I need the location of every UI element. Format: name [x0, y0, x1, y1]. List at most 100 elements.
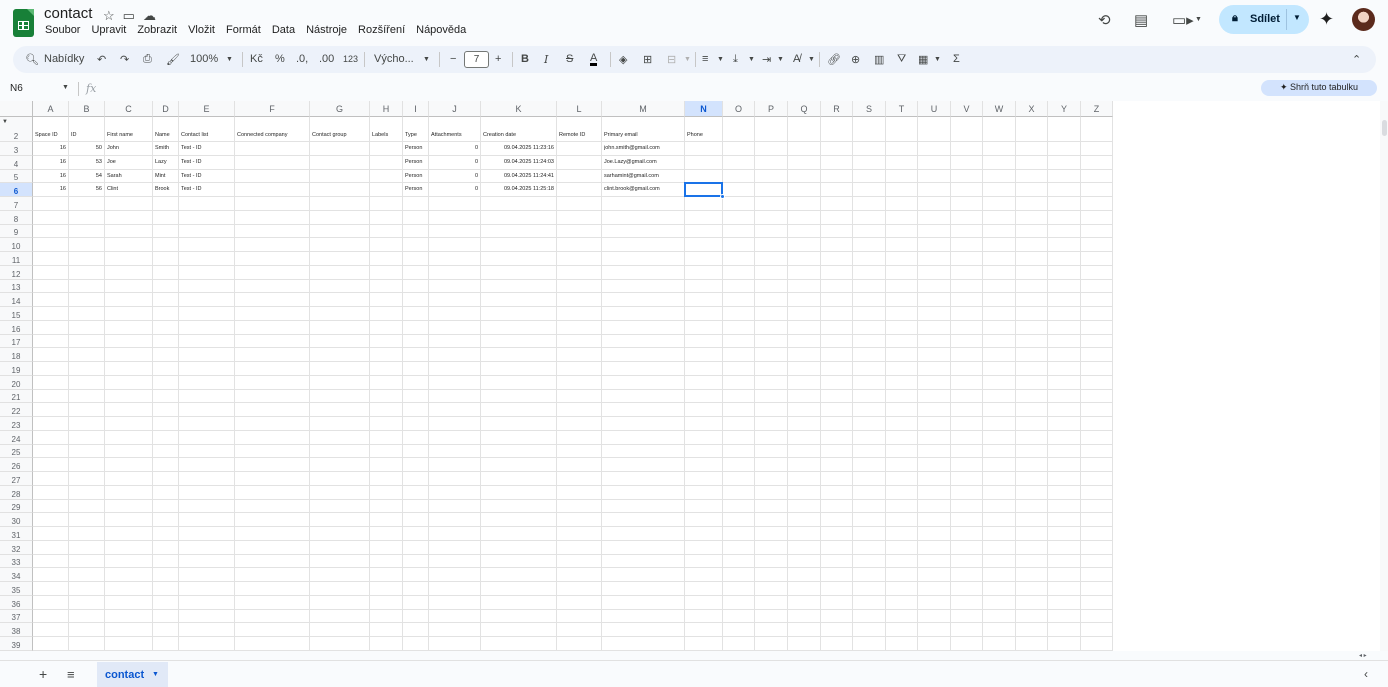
menus-search-label[interactable]: Nabídky	[44, 53, 84, 65]
row-header-7[interactable]: 7	[0, 197, 33, 211]
menu-file[interactable]: Soubor	[45, 24, 80, 36]
header-cell[interactable]: Name	[155, 129, 177, 142]
data-cell[interactable]: 16	[35, 170, 66, 183]
horizontal-align-icon[interactable]: ≡	[702, 53, 708, 65]
row-header-39[interactable]: 39	[0, 637, 33, 651]
decrease-decimal-button[interactable]: .0,	[296, 53, 308, 65]
document-title[interactable]: contact	[44, 5, 92, 22]
row-header-17[interactable]: 17	[0, 334, 33, 349]
bold-icon[interactable]: B	[521, 53, 529, 65]
row-header-24[interactable]: 24	[0, 430, 33, 445]
header-cell[interactable]: Phone	[687, 129, 721, 142]
data-cell[interactable]: Person	[405, 142, 426, 155]
data-cell[interactable]: 0	[431, 156, 478, 169]
column-header-j[interactable]: J	[429, 101, 481, 117]
column-header-f[interactable]: F	[235, 101, 310, 117]
row-header-5[interactable]: 5	[0, 169, 33, 184]
row-header-13[interactable]: 13	[0, 279, 33, 294]
data-cell[interactable]: 16	[35, 142, 66, 155]
vertical-align-icon[interactable]: ⤓	[733, 53, 738, 66]
borders-icon[interactable]: ⊞	[643, 53, 652, 66]
filter-icon[interactable]: ⛛	[897, 53, 906, 66]
text-color-icon[interactable]: A	[590, 53, 598, 66]
data-cell[interactable]: Sarah	[107, 170, 150, 183]
avatar[interactable]	[1352, 8, 1375, 31]
data-cell[interactable]: Test - ID	[181, 142, 232, 155]
column-header-p[interactable]: P	[755, 101, 788, 117]
row-header-4[interactable]: 4	[0, 155, 33, 170]
header-cell[interactable]: Connected company	[237, 129, 308, 142]
strikethrough-icon[interactable]: S	[566, 53, 573, 65]
column-header-i[interactable]: I	[403, 101, 429, 117]
column-header-e[interactable]: E	[179, 101, 235, 117]
row-header-32[interactable]: 32	[0, 540, 33, 555]
increase-font-size-icon[interactable]: +	[495, 53, 501, 65]
meet-video-icon[interactable]: ▭▸	[1172, 11, 1194, 29]
menu-help[interactable]: Nápověda	[416, 24, 466, 36]
row-header-34[interactable]: 34	[0, 568, 33, 582]
row-header-37[interactable]: 37	[0, 609, 33, 624]
menu-view[interactable]: Zobrazit	[137, 24, 177, 36]
row-header-35[interactable]: 35	[0, 582, 33, 596]
data-cell[interactable]: 09.04.2025 11:24:03	[483, 156, 554, 169]
header-cell[interactable]: Primary email	[604, 129, 683, 142]
meet-dropdown-icon[interactable]: ▼	[1195, 16, 1202, 23]
number-format-button[interactable]: 123	[343, 54, 358, 64]
undo-icon[interactable]: ↶	[97, 53, 106, 66]
text-wrapping-icon[interactable]: ⇥	[762, 53, 771, 66]
h-align-dropdown-icon[interactable]: ▼	[717, 56, 724, 63]
data-cell[interactable]: Clint	[107, 183, 150, 196]
row-header-27[interactable]: 27	[0, 472, 33, 486]
italic-icon[interactable]: I	[544, 53, 548, 66]
data-cell[interactable]: Person	[405, 183, 426, 196]
header-cell[interactable]: First name	[107, 129, 151, 142]
sheet-tab-dropdown-icon[interactable]: ▼	[152, 671, 159, 678]
zoom-dropdown-icon[interactable]: ▼	[226, 56, 233, 63]
data-cell[interactable]: Lazy	[155, 156, 176, 169]
row-header-19[interactable]: 19	[0, 362, 33, 376]
data-cell[interactable]: 0	[431, 170, 478, 183]
data-cell[interactable]: 09.04.2025 11:24:41	[483, 170, 554, 183]
data-cell[interactable]: Joe	[107, 156, 150, 169]
header-cell[interactable]: Creation date	[483, 129, 555, 142]
functions-icon[interactable]: Σ	[953, 53, 960, 65]
data-cell[interactable]: Test - ID	[181, 170, 232, 183]
fill-handle[interactable]	[720, 194, 725, 199]
horizontal-scroll-arrows[interactable]: ◂ ▸	[1359, 652, 1367, 659]
header-cell[interactable]: Labels	[372, 129, 401, 142]
data-cell[interactable]: Person	[405, 170, 426, 183]
data-cell[interactable]: Mint	[155, 170, 176, 183]
summarize-table-button[interactable]: ✦ Shrň tuto tabulku	[1261, 80, 1377, 96]
font-dropdown-icon[interactable]: ▼	[423, 56, 430, 63]
column-header-r[interactable]: R	[821, 101, 853, 117]
data-cell[interactable]: 56	[71, 183, 102, 196]
spreadsheet-grid[interactable]: A B C D E F G H I J K L M N O P Q R S T U V W X Y Z 2 3 4 5 6 7 8 9 10 11 12…	[0, 101, 1380, 651]
column-header-m[interactable]: M	[602, 101, 685, 117]
v-align-dropdown-icon[interactable]: ▼	[748, 56, 755, 63]
row-header-20[interactable]: 20	[0, 375, 33, 390]
insert-link-icon[interactable]: 🔗︎	[827, 53, 841, 66]
name-box-dropdown-icon[interactable]: ▼	[62, 84, 69, 91]
menu-edit[interactable]: Upravit	[91, 24, 126, 36]
version-history-icon[interactable]: ⟲	[1098, 11, 1111, 29]
header-cell[interactable]: Contact list	[181, 129, 233, 142]
freeze-row-icon[interactable]: ▼	[2, 119, 8, 125]
header-cell[interactable]: Type	[405, 129, 427, 142]
share-button[interactable]: 🔒︎ Sdílet ▼	[1219, 5, 1309, 34]
all-sheets-icon[interactable]: ≡	[67, 667, 75, 682]
insert-comment-icon[interactable]: ⊕	[851, 53, 860, 66]
sheet-tab-contact[interactable]: contact ▼	[97, 662, 168, 687]
data-cell[interactable]: 16	[35, 183, 66, 196]
sheets-logo-icon[interactable]	[13, 9, 34, 37]
collapse-side-panel-icon[interactable]: ‹	[1364, 667, 1368, 681]
selected-cell[interactable]	[684, 182, 723, 197]
data-cell[interactable]: Test - ID	[181, 156, 232, 169]
row-header-22[interactable]: 22	[0, 403, 33, 417]
column-header-y[interactable]: Y	[1048, 101, 1081, 117]
menu-data[interactable]: Data	[272, 24, 295, 36]
column-header-v[interactable]: V	[951, 101, 983, 117]
share-dropdown-icon[interactable]: ▼	[1293, 13, 1301, 22]
header-cell[interactable]: ID	[71, 129, 103, 142]
wrap-dropdown-icon[interactable]: ▼	[777, 56, 784, 63]
row-header-25[interactable]: 25	[0, 444, 33, 459]
